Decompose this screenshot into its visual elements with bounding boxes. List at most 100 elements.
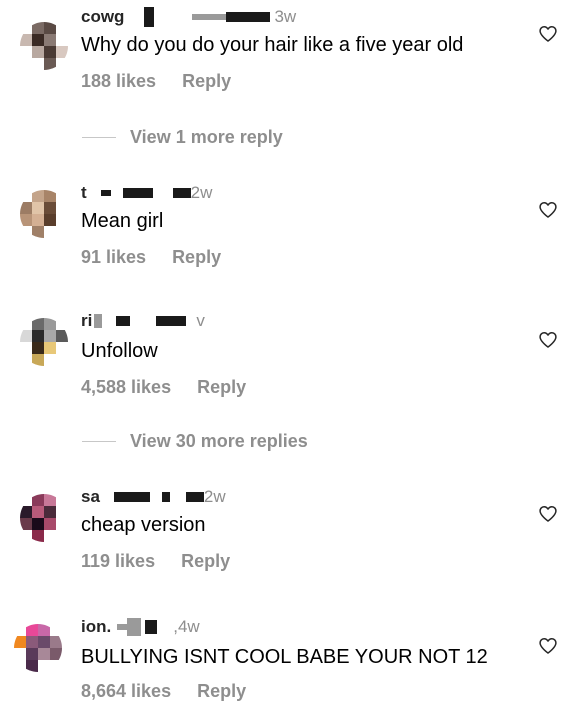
- username[interactable]: t: [81, 183, 87, 203]
- redaction-mark: [185, 492, 204, 502]
- heart-icon[interactable]: [538, 636, 558, 656]
- avatar-pixel: [20, 34, 32, 46]
- avatar-pixel: [14, 648, 26, 660]
- avatar-pixel: [44, 214, 56, 226]
- avatar-pixel: [56, 226, 68, 238]
- comment-text: Why do you do your hair like a five year…: [81, 34, 464, 56]
- timestamp: ,4w: [173, 617, 200, 636]
- view-more-label: View 1 more reply: [130, 127, 283, 147]
- redaction-mark: [127, 618, 142, 636]
- divider-line: [82, 441, 116, 442]
- avatar-pixel: [32, 22, 44, 34]
- avatar-pixel: [20, 318, 32, 330]
- avatar-pixel: [56, 330, 68, 342]
- avatar[interactable]: [20, 318, 68, 366]
- avatar-pixel: [20, 354, 32, 366]
- avatar-pixel: [20, 226, 32, 238]
- redaction-mark: [94, 314, 103, 328]
- avatar-pixel: [44, 22, 56, 34]
- avatar-pixel: [20, 494, 32, 506]
- avatar-pixel: [20, 58, 32, 70]
- avatar-pixel: [44, 318, 56, 330]
- redaction-mark: [145, 620, 158, 634]
- avatar-pixel: [56, 58, 68, 70]
- reply-button[interactable]: Reply: [197, 377, 246, 398]
- likes-count[interactable]: 91 likes: [81, 247, 146, 268]
- avatar-pixel: [44, 530, 56, 542]
- comment-actions: 188 likes Reply: [81, 71, 231, 92]
- reply-button[interactable]: Reply: [181, 551, 230, 572]
- redaction-mark: [113, 492, 150, 502]
- avatar-pixel: [14, 636, 26, 648]
- avatar-pixel: [26, 660, 38, 672]
- redaction-mark: [172, 188, 191, 198]
- avatar-pixel: [32, 494, 44, 506]
- redaction-mark: [161, 492, 170, 502]
- comment-text: cheap version: [81, 514, 206, 536]
- avatar-pixel: [20, 330, 32, 342]
- likes-count[interactable]: 4,588 likes: [81, 377, 171, 398]
- heart-icon[interactable]: [538, 330, 558, 350]
- avatar-pixel: [44, 202, 56, 214]
- likes-count[interactable]: 119 likes: [81, 551, 155, 572]
- avatar[interactable]: [20, 190, 68, 238]
- heart-icon[interactable]: [538, 24, 558, 44]
- avatar-pixel: [14, 624, 26, 636]
- avatar-pixel: [44, 34, 56, 46]
- avatar-pixel: [20, 46, 32, 58]
- comment-text: Unfollow: [81, 340, 158, 362]
- avatar-pixel: [32, 58, 44, 70]
- avatar-pixel: [14, 660, 26, 672]
- avatar-pixel: [26, 636, 38, 648]
- comment-actions: 91 likes Reply: [81, 247, 221, 268]
- redaction-mark: [122, 188, 153, 198]
- username[interactable]: sa: [81, 487, 100, 507]
- timestamp: 2w: [203, 487, 226, 506]
- avatar-pixel: [20, 506, 32, 518]
- view-more-label: View 30 more replies: [130, 431, 308, 451]
- avatar-pixel: [56, 22, 68, 34]
- redaction-mark: [117, 624, 128, 630]
- avatar-pixel: [56, 530, 68, 542]
- avatar-pixel: [44, 494, 56, 506]
- username[interactable]: cowg: [81, 7, 124, 27]
- avatar-pixel: [20, 22, 32, 34]
- avatar-pixel: [26, 648, 38, 660]
- username[interactable]: ri: [81, 311, 92, 331]
- avatar-pixel: [32, 330, 44, 342]
- comment-actions: 8,664 likes Reply: [81, 681, 246, 702]
- heart-icon[interactable]: [538, 504, 558, 524]
- avatar-pixel: [50, 624, 62, 636]
- avatar-pixel: [20, 342, 32, 354]
- avatar[interactable]: [20, 22, 68, 70]
- avatar[interactable]: [20, 494, 68, 542]
- reply-button[interactable]: Reply: [197, 681, 246, 702]
- view-more-replies-button[interactable]: View 30 more replies: [82, 431, 308, 452]
- avatar[interactable]: [14, 624, 62, 672]
- username[interactable]: ion.: [81, 617, 111, 637]
- redaction-mark: [144, 7, 155, 27]
- comment-text: BULLYING ISNT COOL BABE YOUR NOT 12: [81, 646, 488, 668]
- avatar-pixel: [56, 506, 68, 518]
- avatar-pixel: [32, 46, 44, 58]
- comment-actions: 4,588 likes Reply: [81, 377, 246, 398]
- redaction-mark: [226, 12, 271, 22]
- reply-button[interactable]: Reply: [182, 71, 231, 92]
- avatar-pixel: [32, 214, 44, 226]
- comment-meta: t 2w: [81, 182, 212, 204]
- avatar-pixel: [32, 506, 44, 518]
- avatar-pixel: [44, 354, 56, 366]
- avatar-pixel: [44, 46, 56, 58]
- comment-text: Mean girl: [81, 210, 164, 232]
- redaction-mark: [100, 190, 111, 196]
- avatar-pixel: [44, 342, 56, 354]
- likes-count[interactable]: 8,664 likes: [81, 681, 171, 702]
- avatar-pixel: [56, 190, 68, 202]
- likes-count[interactable]: 188 likes: [81, 71, 156, 92]
- heart-icon[interactable]: [538, 200, 558, 220]
- avatar-pixel: [44, 58, 56, 70]
- comment-meta: ri v: [81, 310, 205, 332]
- avatar-pixel: [32, 530, 44, 542]
- reply-button[interactable]: Reply: [172, 247, 221, 268]
- view-more-replies-button[interactable]: View 1 more reply: [82, 127, 283, 148]
